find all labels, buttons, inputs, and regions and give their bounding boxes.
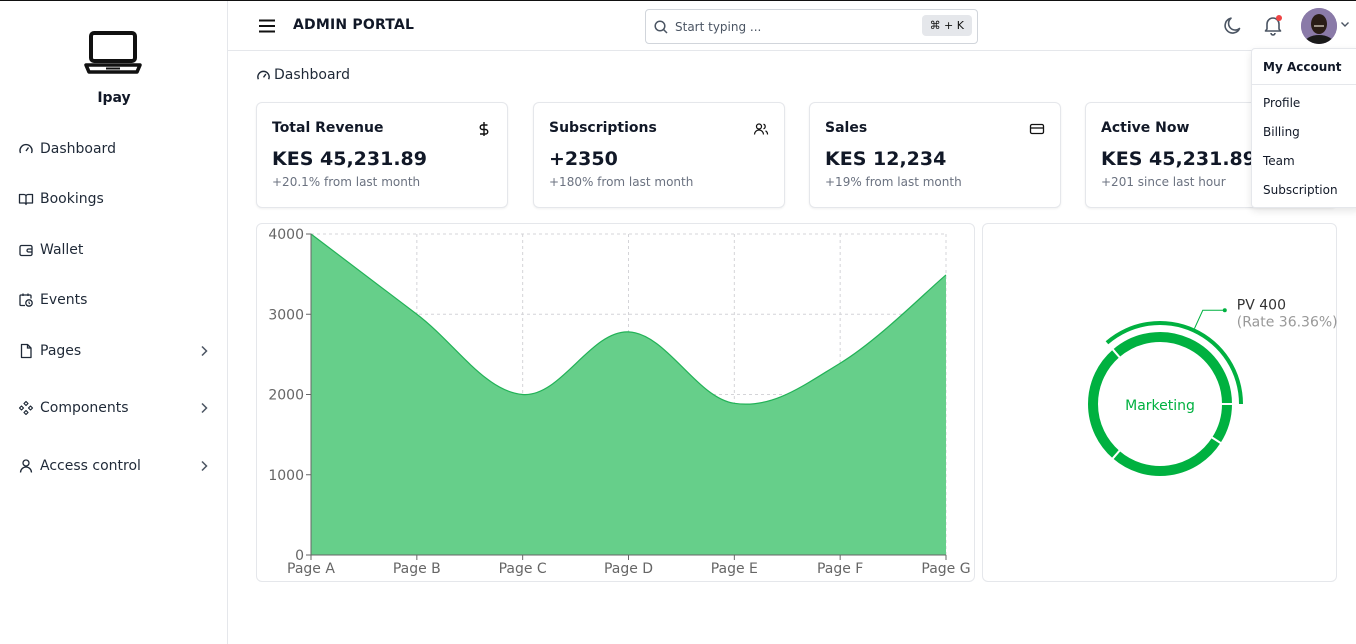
chevron-down-icon[interactable] xyxy=(1339,18,1351,30)
pie-label-leader xyxy=(1194,309,1225,329)
sidebar-item-label: Dashboard xyxy=(40,141,116,157)
calendar-clock-icon xyxy=(19,293,33,307)
card-subtext: +180% from last month xyxy=(549,175,694,189)
pie-active-rate: (Rate 36.36%) xyxy=(1237,314,1338,330)
breadcrumb-label: Dashboard xyxy=(274,67,350,83)
laptop-logo-icon xyxy=(84,31,142,74)
y-tick-label: 4000 xyxy=(268,227,304,243)
card-subtext: +201 since last hour xyxy=(1101,175,1226,189)
sidebar-item-label: Access control xyxy=(40,458,141,474)
card-title: Subscriptions xyxy=(549,120,657,136)
card-value: KES 45,231.89 xyxy=(1101,148,1256,170)
y-tick-label: 1000 xyxy=(268,468,304,484)
shortcut-hint: ⌘ + K xyxy=(921,15,972,36)
top-header: ADMIN PORTAL ⌘ + K xyxy=(228,1,1356,51)
file-icon xyxy=(20,343,32,359)
pie-chart-panel: PV 400 (Rate 36.36%) Marketing xyxy=(982,223,1338,582)
chevron-right-icon xyxy=(201,460,208,472)
y-tick-label: 2000 xyxy=(268,388,304,404)
sidebar-item-pages[interactable]: Pages xyxy=(18,337,218,365)
pie-active-label: PV 400 xyxy=(1237,297,1286,313)
area-chart: 01000200030004000Page A Page B Page C Page … xyxy=(268,227,970,577)
x-tick-label: Page D xyxy=(604,561,653,577)
notification-dot xyxy=(1276,15,1282,21)
components-icon xyxy=(18,400,34,416)
sidebar-item-dashboard[interactable]: Dashboard xyxy=(18,135,218,163)
sidebar-item-components[interactable]: Components xyxy=(18,394,218,422)
menu-item-team[interactable]: Team xyxy=(1252,147,1356,176)
x-tick-label: Page B xyxy=(393,561,441,577)
breadcrumb: Dashboard xyxy=(256,67,350,83)
avatar[interactable] xyxy=(1301,8,1337,44)
pie-label-dot xyxy=(1222,308,1227,313)
search-input[interactable] xyxy=(675,19,915,34)
sidebar-item-label: Wallet xyxy=(40,242,84,258)
card-title: Sales xyxy=(825,120,868,136)
card-value: +2350 xyxy=(549,148,618,170)
pie-slice-2 xyxy=(1086,347,1122,461)
gauge-icon xyxy=(19,143,33,154)
chevron-right-icon xyxy=(201,345,208,357)
dropdown-header: My Account xyxy=(1252,49,1356,85)
stat-card-subscriptions: Subscriptions +2350 +180% from last month xyxy=(533,102,785,208)
pie-chart: PV 400(Rate 36.36%) Marketing xyxy=(1086,297,1338,478)
x-tick-label: Page A xyxy=(287,561,335,577)
sidebar-item-access-control[interactable]: Access control xyxy=(18,452,218,480)
x-tick-label: Page E xyxy=(711,561,758,577)
sidebar-item-events[interactable]: Events xyxy=(18,286,218,314)
sidebar-item-bookings[interactable]: Bookings xyxy=(18,185,218,213)
wallet-icon xyxy=(19,244,33,257)
pie-slice-3 xyxy=(1110,435,1223,478)
pie-center-label: Marketing xyxy=(1125,398,1195,414)
notifications-button[interactable] xyxy=(1262,14,1284,36)
card-title: Active Now xyxy=(1101,120,1190,136)
dollar-icon xyxy=(479,122,489,136)
search-box[interactable]: ⌘ + K xyxy=(645,9,978,44)
sidebar-item-label: Components xyxy=(40,400,129,416)
y-tick-label: 3000 xyxy=(268,307,304,323)
menu-item-profile[interactable]: Profile xyxy=(1252,89,1356,118)
card-value: KES 12,234 xyxy=(825,148,947,170)
x-tick-label: Page C xyxy=(499,561,547,577)
credit-card-icon xyxy=(1029,123,1045,135)
book-open-icon xyxy=(18,193,34,206)
search-icon xyxy=(654,19,668,34)
hamburger-menu-icon[interactable] xyxy=(257,16,277,36)
pie-slice-4 xyxy=(1209,403,1235,445)
sidebar: Ipay Dashboard Bookings Wallet Events Pages C… xyxy=(0,1,228,644)
users-icon xyxy=(753,123,769,135)
user-icon xyxy=(19,459,33,473)
gauge-icon xyxy=(257,70,270,80)
account-dropdown: My Account Profile Billing Team Subscriptio… xyxy=(1251,48,1356,208)
stat-card-total-revenue: Total Revenue KES 45,231.89 +20.1% from la… xyxy=(256,102,508,208)
menu-item-billing[interactable]: Billing xyxy=(1252,118,1356,147)
card-subtext: +20.1% from last month xyxy=(272,175,421,189)
x-tick-label: Page F xyxy=(817,561,863,577)
avatar-image xyxy=(1301,8,1337,44)
stat-card-sales: Sales KES 12,234 +19% from last month xyxy=(809,102,1061,208)
brand-name: Ipay xyxy=(97,90,131,106)
sidebar-item-label: Bookings xyxy=(40,191,104,207)
area-chart-panel: 0 1000 2000 3000 4000 Page A Page B Page C Page … xyxy=(256,223,975,582)
menu-item-subscription[interactable]: Subscription xyxy=(1252,176,1356,205)
card-subtext: +19% from last month xyxy=(825,175,962,189)
sidebar-item-label: Events xyxy=(40,292,88,308)
card-value: KES 45,231.89 xyxy=(272,148,427,170)
sidebar-item-wallet[interactable]: Wallet xyxy=(18,236,218,264)
moon-icon[interactable] xyxy=(1222,15,1244,37)
portal-title: ADMIN PORTAL xyxy=(293,17,415,33)
card-title: Total Revenue xyxy=(272,120,384,136)
x-tick-label: Page G xyxy=(921,561,970,577)
chevron-right-icon xyxy=(201,402,208,414)
sidebar-item-label: Pages xyxy=(40,343,82,359)
